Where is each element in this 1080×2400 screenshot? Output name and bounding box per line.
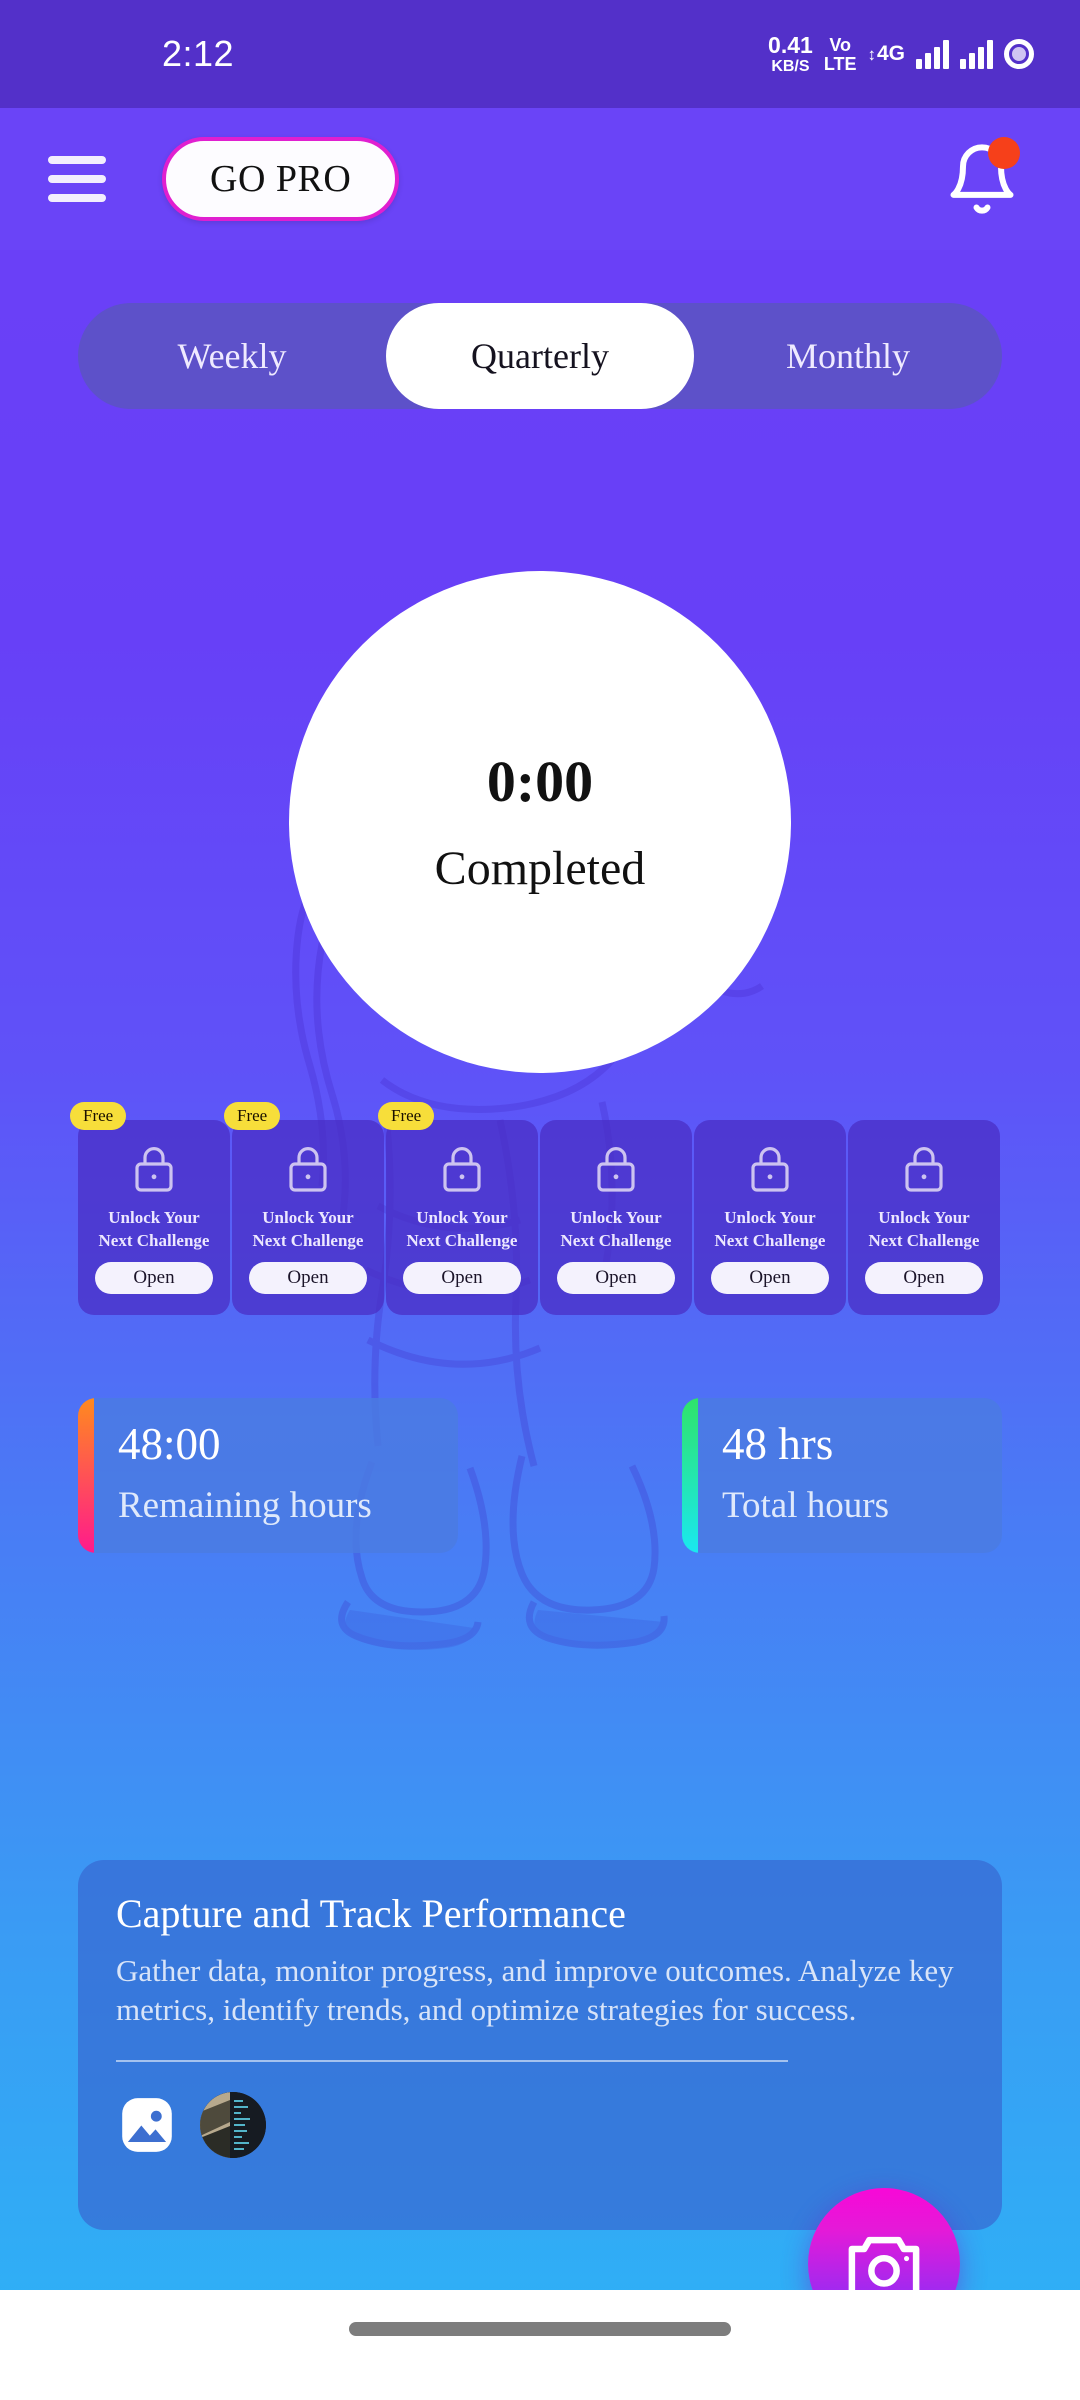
challenge-card[interactable]: Free Unlock Your Next Challenge Open xyxy=(70,1102,230,1315)
lock-icon xyxy=(905,1147,943,1192)
lock-icon xyxy=(135,1147,173,1192)
challenge-open-button[interactable]: Open xyxy=(711,1262,829,1295)
performance-card[interactable]: Capture and Track Performance Gather dat… xyxy=(78,1860,1002,2230)
notification-bell-button[interactable] xyxy=(944,137,1020,219)
tab-weekly[interactable]: Weekly xyxy=(78,303,386,409)
challenge-card[interactable]: Unlock Your Next Challenge Open xyxy=(540,1120,692,1315)
stat-card-total-hours[interactable]: 48 hrs Total hours xyxy=(682,1398,1002,1553)
challenge-title-line1: Unlock Your xyxy=(108,1208,200,1227)
challenge-title-line2: Next Challenge xyxy=(406,1230,518,1250)
signal-strength-icon-1 xyxy=(916,39,949,69)
stat-value: 48:00 xyxy=(118,1419,221,1469)
image-placeholder-icon[interactable] xyxy=(116,2094,178,2156)
stat-accent-bar xyxy=(682,1398,698,1553)
free-badge: Free xyxy=(224,1102,281,1130)
lock-icon xyxy=(751,1147,789,1192)
photo-thumbnail[interactable] xyxy=(200,2091,266,2158)
challenge-open-button[interactable]: Open xyxy=(557,1262,675,1295)
status-bar: 2:12 0.41 KB/S Vo LTE ↕ 4G xyxy=(0,0,1080,108)
period-segmented-control[interactable]: Weekly Quarterly Monthly xyxy=(78,303,1002,409)
status-bar-clock: 2:12 xyxy=(162,33,235,74)
tab-quarterly[interactable]: Quarterly xyxy=(386,303,694,409)
challenge-card[interactable]: Unlock Your Next Challenge Open xyxy=(848,1120,1000,1315)
challenge-open-button[interactable]: Open xyxy=(865,1262,983,1295)
data-transfer-arrows-icon: ↕ xyxy=(867,45,876,65)
performance-description: Gather data, monitor progress, and impro… xyxy=(116,1953,954,2028)
challenge-title-line2: Next Challenge xyxy=(252,1230,364,1250)
challenge-title-line1: Unlock Your xyxy=(724,1208,816,1227)
gesture-handle[interactable] xyxy=(349,2322,731,2336)
lock-icon xyxy=(289,1147,327,1192)
free-badge: Free xyxy=(70,1102,127,1130)
free-badge: Free xyxy=(378,1102,435,1130)
challenge-card[interactable]: Free Unlock Your Next Challenge Open xyxy=(378,1102,538,1315)
notification-badge xyxy=(988,137,1020,169)
status-bar-indicators: 0.41 KB/S Vo LTE ↕ 4G xyxy=(768,31,1034,75)
performance-title: Capture and Track Performance xyxy=(116,1891,626,1936)
network-speed-indicator: 0.41 KB/S xyxy=(768,31,813,75)
stat-label: Remaining hours xyxy=(118,1485,372,1526)
challenge-open-button[interactable]: Open xyxy=(249,1262,367,1295)
challenge-title-line2: Next Challenge xyxy=(714,1230,826,1250)
progress-circle[interactable]: 0:00 Completed xyxy=(289,571,791,1073)
phone-screen: 2:12 0.41 KB/S Vo LTE ↕ 4G GO PRO Weekly… xyxy=(0,0,1080,2400)
stat-accent-bar xyxy=(78,1398,94,1553)
challenge-open-button[interactable]: Open xyxy=(403,1262,521,1295)
signal-strength-icon-2 xyxy=(960,39,993,69)
mobile-data-indicator: ↕ 4G xyxy=(867,42,905,66)
volte-top-text: Vo xyxy=(829,34,851,55)
challenge-title-line2: Next Challenge xyxy=(560,1230,672,1250)
challenge-title-line1: Unlock Your xyxy=(570,1208,662,1227)
challenge-title-line2: Next Challenge xyxy=(98,1230,210,1250)
battery-icon xyxy=(1004,39,1034,69)
challenge-title-line1: Unlock Your xyxy=(416,1208,508,1227)
main-content[interactable]: Weekly Quarterly Monthly Total Cricketin… xyxy=(0,250,1080,2400)
tab-monthly[interactable]: Monthly xyxy=(694,303,1002,409)
app-bar: GO PRO xyxy=(0,108,1080,250)
system-navigation-bar xyxy=(0,2290,1080,2400)
network-speed-unit: KB/S xyxy=(771,57,810,75)
challenge-card[interactable]: Free Unlock Your Next Challenge Open xyxy=(224,1102,384,1315)
volte-icon: Vo LTE xyxy=(824,36,857,73)
challenge-open-button[interactable]: Open xyxy=(95,1262,213,1295)
stat-value: 48 hrs xyxy=(722,1419,834,1469)
hamburger-menu-icon[interactable] xyxy=(48,156,106,202)
progress-label: Completed xyxy=(434,842,646,895)
challenge-title-line1: Unlock Your xyxy=(262,1208,354,1227)
stat-label: Total hours xyxy=(722,1485,889,1526)
lock-icon xyxy=(443,1147,481,1192)
challenge-card[interactable]: Unlock Your Next Challenge Open xyxy=(694,1120,846,1315)
volte-bottom-text: LTE xyxy=(823,53,857,74)
photo-thumbnail-image xyxy=(200,2091,266,2158)
network-speed-value: 0.41 xyxy=(768,31,813,58)
challenge-cards-row[interactable]: Free Unlock Your Next Challenge Open Fre… xyxy=(70,1102,1001,1315)
go-pro-button[interactable]: GO PRO xyxy=(162,137,400,221)
challenge-title-line2: Next Challenge xyxy=(868,1230,980,1250)
network-type-label: 4G xyxy=(876,42,905,65)
challenge-title-line1: Unlock Your xyxy=(878,1208,970,1227)
progress-value: 0:00 xyxy=(486,749,594,814)
stat-card-remaining-hours[interactable]: 48:00 Remaining hours xyxy=(78,1398,458,1553)
lock-icon xyxy=(597,1147,635,1192)
performance-thumbnails[interactable] xyxy=(116,2091,964,2158)
divider xyxy=(116,2059,788,2062)
